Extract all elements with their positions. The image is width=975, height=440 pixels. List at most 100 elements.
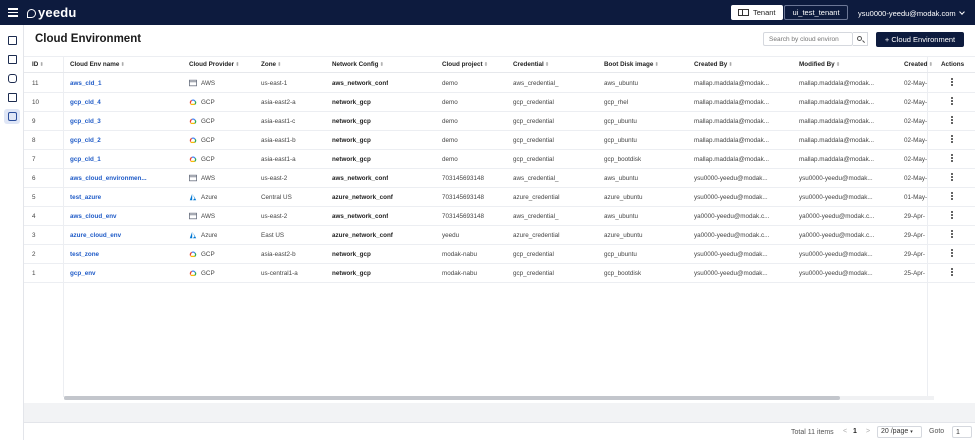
sort-icon[interactable]: ⬍ — [728, 62, 733, 68]
tenant-icon — [738, 9, 749, 16]
row-actions-kebab-icon[interactable] — [951, 135, 954, 145]
cell-created-by: ysu0000-yeedu@modak... — [694, 194, 768, 201]
sort-icon[interactable]: ⬍ — [235, 62, 240, 68]
column-header[interactable]: Cloud project⬍ — [442, 61, 488, 68]
nav-robot[interactable] — [4, 71, 20, 86]
cell-zone: asia-east1-a — [261, 156, 296, 163]
row-actions-kebab-icon[interactable] — [951, 211, 954, 221]
user-email: ysu0000-yeedu@modak.com — [858, 9, 956, 18]
column-header[interactable]: Cloud Provider⬍ — [189, 61, 240, 68]
sort-icon[interactable]: ⬍ — [380, 62, 385, 68]
column-header: Actions — [941, 61, 964, 68]
table-row[interactable]: 11 aws_cld_1 AWS us-east-1 aws_network_conf d… — [24, 74, 975, 93]
tenant-button[interactable]: Tenant — [731, 5, 783, 20]
column-header[interactable]: Modified By⬍ — [799, 61, 840, 68]
cell-name[interactable]: aws_cld_1 — [70, 80, 102, 87]
cell-zone: us-east-2 — [261, 175, 288, 182]
table-row[interactable]: 7 gcp_cld_1 GCP asia-east1-a network_gcp demo… — [24, 150, 975, 169]
row-actions-kebab-icon[interactable] — [951, 116, 954, 126]
cell-name[interactable]: gcp_cld_2 — [70, 137, 101, 144]
gcp-icon — [189, 99, 197, 106]
table-row[interactable]: 9 gcp_cld_3 GCP asia-east1-c network_gcp demo… — [24, 112, 975, 131]
table-row[interactable]: 4 aws_cloud_env AWS us-east-2 aws_network_co… — [24, 207, 975, 226]
cell-image: aws_ubuntu — [604, 175, 638, 182]
table-row[interactable]: 2 test_zone GCP asia-east2-b network_gcp moda… — [24, 245, 975, 264]
sort-icon[interactable]: ⬍ — [545, 62, 550, 68]
sort-icon[interactable]: ⬍ — [928, 62, 933, 68]
add-cloud-environment-button[interactable]: + Cloud Environment — [876, 32, 964, 47]
goto-input[interactable] — [952, 426, 972, 438]
table-row[interactable]: 5 test_azure Azure Central US azure_network_… — [24, 188, 975, 207]
sort-icon[interactable]: ⬍ — [277, 62, 282, 68]
column-header[interactable]: Created⬍ — [904, 61, 933, 68]
cloud-env-table: ID⬍ Cloud Env name⬍ Cloud Provider⬍ Zone⬍ Ne… — [24, 56, 975, 397]
tenant-name[interactable]: ui_test_tenant — [784, 5, 848, 20]
nav-machine[interactable] — [4, 90, 20, 105]
cell-created: 29-Apr- — [904, 213, 925, 220]
row-actions-kebab-icon[interactable] — [951, 268, 954, 278]
cell-image: azure_ubuntu — [604, 232, 643, 239]
nav-dashboard[interactable] — [4, 52, 20, 67]
cell-provider: GCP — [201, 251, 215, 258]
gcp-icon — [189, 137, 197, 144]
cell-modified-by: ysu0000-yeedu@modak... — [799, 175, 873, 182]
cell-name[interactable]: azure_cloud_env — [70, 232, 121, 239]
column-header[interactable]: ID⬍ — [32, 61, 44, 68]
prev-page-button[interactable]: < — [843, 428, 847, 435]
cell-credential: gcp_credential — [513, 156, 554, 163]
cell-name[interactable]: aws_cloud_env — [70, 213, 117, 220]
column-header[interactable]: Created By⬍ — [694, 61, 733, 68]
cell-name[interactable]: gcp_cld_4 — [70, 99, 101, 106]
gcp-icon — [189, 251, 197, 258]
cell-created: 02-May- — [904, 175, 927, 182]
row-actions-kebab-icon[interactable] — [951, 97, 954, 107]
current-page[interactable]: 1 — [853, 428, 857, 435]
cell-modified-by: mallap.maddala@modak... — [799, 118, 874, 125]
cell-provider: Azure — [201, 194, 218, 201]
horizontal-scrollbar-thumb[interactable] — [64, 396, 840, 400]
table-row[interactable]: 3 azure_cloud_env Azure East US azure_networ… — [24, 226, 975, 245]
search-input[interactable] — [763, 32, 853, 46]
hamburger-menu-icon[interactable] — [8, 8, 18, 17]
nav-workspace[interactable] — [4, 33, 20, 48]
sort-icon[interactable]: ⬍ — [39, 62, 44, 68]
cell-zone: asia-east2-b — [261, 251, 296, 258]
page-size-select[interactable]: 20 /page ▾ — [877, 426, 922, 438]
table-row[interactable]: 6 aws_cloud_environmen... AWS us-east-2 aws_… — [24, 169, 975, 188]
cell-name[interactable]: gcp_env — [70, 270, 96, 277]
sort-icon[interactable]: ⬍ — [654, 62, 659, 68]
column-header[interactable]: Credential⬍ — [513, 61, 549, 68]
row-actions-kebab-icon[interactable] — [951, 192, 954, 202]
sort-icon[interactable]: ⬍ — [484, 62, 489, 68]
table-row[interactable]: 1 gcp_env GCP us-central1-a network_gcp modak… — [24, 264, 975, 283]
user-menu[interactable]: ysu0000-yeedu@modak.com — [858, 9, 965, 18]
cell-created: 02-May- — [904, 118, 927, 125]
row-actions-kebab-icon[interactable] — [951, 230, 954, 240]
search-button[interactable] — [853, 32, 868, 46]
row-actions-kebab-icon[interactable] — [951, 78, 954, 88]
row-actions-kebab-icon[interactable] — [951, 173, 954, 183]
cell-project: 703145693148 — [442, 175, 485, 182]
cell-name[interactable]: gcp_cld_1 — [70, 156, 101, 163]
row-actions-kebab-icon[interactable] — [951, 249, 954, 259]
table-row[interactable]: 8 gcp_cld_2 GCP asia-east1-b network_gcp demo… — [24, 131, 975, 150]
cell-image: gcp_bootdisk — [604, 270, 642, 277]
next-page-button[interactable]: > — [866, 428, 870, 435]
logo[interactable]: yeedu — [27, 5, 77, 20]
cell-name[interactable]: test_zone — [70, 251, 99, 258]
column-header[interactable]: Network Config⬍ — [332, 61, 384, 68]
nav-cloud-env[interactable] — [4, 109, 20, 124]
cell-name[interactable]: aws_cloud_environmen... — [70, 175, 147, 182]
cell-zone: us-east-1 — [261, 80, 288, 87]
column-header[interactable]: Cloud Env name⬍ — [70, 61, 125, 68]
cell-name[interactable]: test_azure — [70, 194, 101, 201]
cell-name[interactable]: gcp_cld_3 — [70, 118, 101, 125]
row-actions-kebab-icon[interactable] — [951, 154, 954, 164]
table-row[interactable]: 10 gcp_cld_4 GCP asia-east2-a network_gcp dem… — [24, 93, 975, 112]
sort-icon[interactable]: ⬍ — [836, 62, 841, 68]
cell-created-by: ysu0000-yeedu@modak... — [694, 251, 768, 258]
sort-icon[interactable]: ⬍ — [120, 62, 125, 68]
cell-id: 7 — [32, 156, 36, 163]
column-header[interactable]: Boot Disk image⬍ — [604, 61, 659, 68]
column-header[interactable]: Zone⬍ — [261, 61, 282, 68]
